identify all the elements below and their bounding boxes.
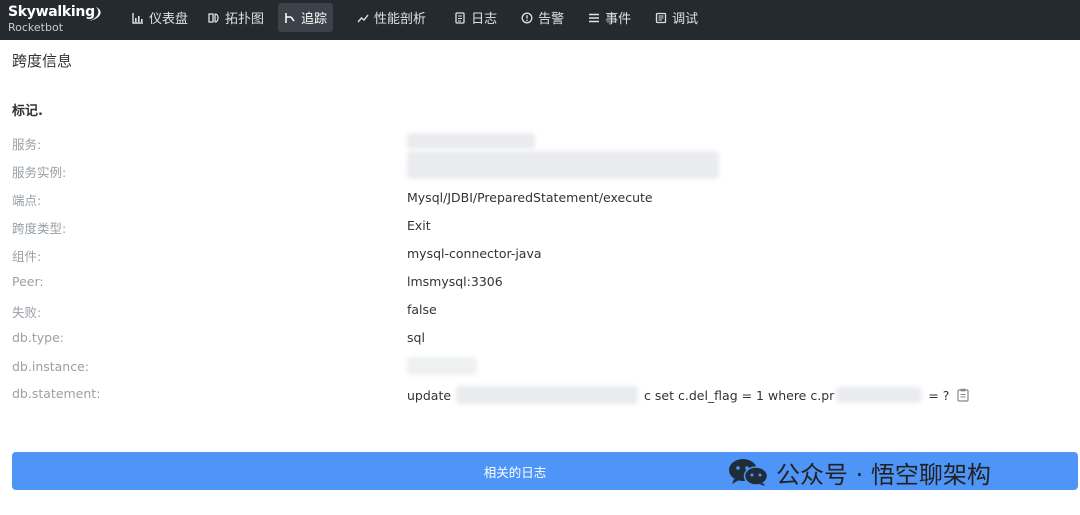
related-logs-label: 相关的日志 bbox=[483, 464, 547, 480]
nav-label-debug: 调试 bbox=[672, 12, 699, 27]
tag-row-db-type: db.type: sql bbox=[12, 330, 1072, 350]
tag-row-endpoint: 端点: Mysql/JDBI/PreparedStatement/execute bbox=[12, 190, 1072, 210]
nav-item-topology[interactable]: 拓扑图 bbox=[202, 3, 270, 32]
nav-label-alarm: 告警 bbox=[538, 12, 565, 27]
tag-key: db.instance: bbox=[12, 359, 90, 374]
wechat-watermark: 公众号 · 悟空聊架构 bbox=[726, 455, 991, 489]
tag-value-redacted bbox=[407, 150, 719, 179]
tag-value: Mysql/JDBI/PreparedStatement/execute bbox=[407, 190, 653, 205]
tag-row-db-statement: db.statement: update c set c.del_flag = … bbox=[12, 386, 1072, 406]
skywalking-logo[interactable]: Skywalking Rocketbot bbox=[8, 5, 108, 37]
tag-value: false bbox=[407, 302, 437, 317]
tag-key: 失败: bbox=[12, 305, 42, 320]
statement-redacted bbox=[836, 387, 923, 403]
tag-value: lmsmysql:3306 bbox=[407, 274, 503, 289]
tag-key: db.type: bbox=[12, 330, 64, 345]
topology-icon bbox=[208, 12, 220, 24]
statement-redacted bbox=[456, 386, 639, 404]
tag-key: 组件: bbox=[12, 249, 42, 264]
tag-row-error: 失败: false bbox=[12, 302, 1072, 322]
copy-clipboard-icon[interactable] bbox=[957, 388, 969, 402]
tag-row-service-instance: 服务实例: bbox=[12, 150, 1072, 182]
main-nav: 仪表盘 拓扑图 追踪 性能剖析 日志 告警 事件 调试 bbox=[126, 3, 704, 32]
nav-item-profiling[interactable]: 性能剖析 bbox=[351, 3, 432, 32]
trace-icon bbox=[284, 12, 296, 24]
nav-label-trace: 追踪 bbox=[301, 12, 328, 27]
statement-part: = ? bbox=[928, 387, 950, 403]
tag-value: mysql-connector-java bbox=[407, 246, 542, 261]
tag-key: Peer: bbox=[12, 274, 44, 289]
debug-icon bbox=[655, 12, 667, 24]
tag-row-db-instance: db.instance: bbox=[12, 356, 1072, 379]
statement-part: update bbox=[407, 387, 452, 403]
tag-key: 端点: bbox=[12, 193, 42, 208]
nav-item-debug[interactable]: 调试 bbox=[649, 3, 704, 32]
wechat-icon bbox=[729, 459, 769, 486]
tag-value-redacted bbox=[407, 356, 477, 375]
tag-value: sql bbox=[407, 330, 425, 345]
trend-icon bbox=[357, 12, 369, 24]
tag-key: 跨度类型: bbox=[12, 221, 67, 236]
nav-label-event: 事件 bbox=[605, 12, 632, 27]
nav-item-log[interactable]: 日志 bbox=[448, 3, 503, 32]
watermark-text: 公众号 · 悟空聊架构 bbox=[776, 460, 991, 489]
page-title: 跨度信息 bbox=[12, 52, 73, 70]
nav-label-profiling: 性能剖析 bbox=[374, 12, 427, 27]
nav-label-topology: 拓扑图 bbox=[225, 12, 265, 27]
alert-icon bbox=[521, 12, 533, 24]
nav-label-dashboard: 仪表盘 bbox=[149, 12, 189, 27]
tag-value: Exit bbox=[407, 218, 431, 233]
tag-row-peer: Peer: lmsmysql:3306 bbox=[12, 274, 1072, 294]
tag-key: 服务实例: bbox=[12, 165, 67, 180]
tag-row-span-type: 跨度类型: Exit bbox=[12, 218, 1072, 238]
logo-swoosh-icon bbox=[89, 7, 101, 21]
tags-section-title: 标记. bbox=[12, 104, 43, 119]
nav-item-event[interactable]: 事件 bbox=[582, 3, 637, 32]
nav-item-trace[interactable]: 追踪 bbox=[278, 3, 334, 32]
list-icon bbox=[588, 12, 600, 24]
log-icon bbox=[454, 11, 466, 24]
tag-row-component: 组件: mysql-connector-java bbox=[12, 246, 1072, 266]
nav-item-alarm[interactable]: 告警 bbox=[515, 3, 570, 32]
top-nav-bar: Skywalking Rocketbot 仪表盘 拓扑图 追踪 性能剖析 日志 … bbox=[0, 0, 1080, 40]
statement-part: c set c.del_flag = 1 where c.pr bbox=[644, 387, 835, 403]
nav-label-log: 日志 bbox=[471, 12, 498, 27]
db-statement-value: update c set c.del_flag = 1 where c.pr =… bbox=[407, 386, 969, 404]
tag-value-redacted bbox=[407, 132, 535, 149]
nav-item-dashboard[interactable]: 仪表盘 bbox=[126, 3, 194, 32]
chart-icon bbox=[132, 12, 144, 24]
tag-key: 服务: bbox=[12, 137, 42, 152]
tag-key: db.statement: bbox=[12, 386, 101, 401]
